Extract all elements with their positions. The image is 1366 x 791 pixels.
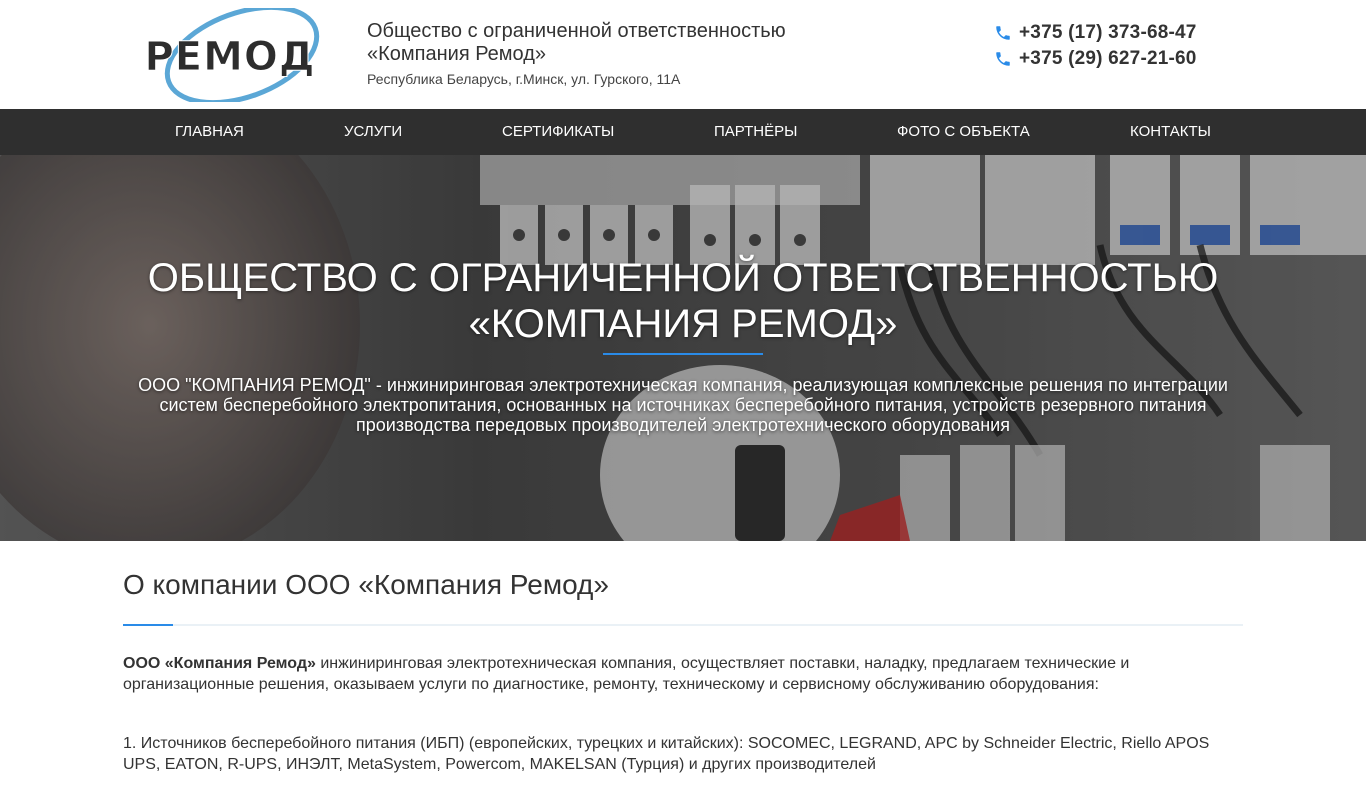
hero-background-image [0, 155, 1366, 541]
company-name-line2: «Компания Ремод» [367, 43, 547, 65]
nav-item-photos[interactable]: Фото с объекта [897, 109, 1030, 155]
site-header: РЕМОД Общество с ограниченной ответствен… [0, 0, 1366, 109]
phone-icon [996, 52, 1010, 66]
hero-title-underline [603, 353, 763, 355]
company-address: Республика Беларусь, г.Минск, ул. Гурско… [367, 71, 681, 87]
phone-number-1[interactable]: +375 (17) 373-68-47 [1019, 22, 1197, 44]
logo-text: РЕМОД [144, 34, 315, 80]
phone-icon [996, 26, 1010, 40]
company-logo[interactable]: РЕМОД [122, 8, 338, 102]
about-section: О компании ООО «Компания Ремод» ООО «Ком… [123, 541, 1243, 791]
hero-banner: Общество с ограниченной ответственностью… [0, 155, 1366, 541]
phone-number-2[interactable]: +375 (29) 627-21-60 [1019, 48, 1197, 70]
hero-title-line2: «Компания Ремод» [468, 302, 898, 346]
main-nav: Главная Услуги Сертификаты Партнёры Фото… [0, 109, 1366, 155]
phone-row-1[interactable]: +375 (17) 373-68-47 [994, 20, 1197, 46]
nav-item-services[interactable]: Услуги [344, 109, 402, 155]
nav-item-partners[interactable]: Партнёры [714, 109, 797, 155]
hero-description: ООО "КОМПАНИЯ РЕМОД" - инжиниринговая эл… [138, 375, 1228, 435]
hero-title-line1: Общество с ограниченной ответственностью [147, 256, 1219, 300]
about-intro-company: ООО «Компания Ремод» [123, 655, 316, 673]
section-divider-accent [123, 624, 173, 627]
nav-item-home[interactable]: Главная [175, 109, 244, 155]
section-title: О компании ООО «Компания Ремод» [123, 569, 609, 600]
phone-row-2[interactable]: +375 (29) 627-21-60 [994, 46, 1197, 72]
nav-item-contacts[interactable]: Контакты [1130, 109, 1211, 155]
company-info: Общество с ограниченной ответственностью… [367, 20, 927, 87]
list-item: 1. Источников бесперебойного питания (ИБ… [123, 735, 1210, 774]
about-intro: ООО «Компания Ремод» инжиниринговая элек… [123, 653, 1243, 695]
section-divider [123, 624, 1243, 627]
nav-item-certificates[interactable]: Сертификаты [502, 109, 614, 155]
company-name-line1: Общество с ограниченной ответственностью [367, 20, 786, 42]
phone-list: +375 (17) 373-68-47 +375 (29) 627-21-60 [994, 20, 1197, 72]
hero-title: Общество с ограниченной ответственностью… [0, 255, 1366, 347]
